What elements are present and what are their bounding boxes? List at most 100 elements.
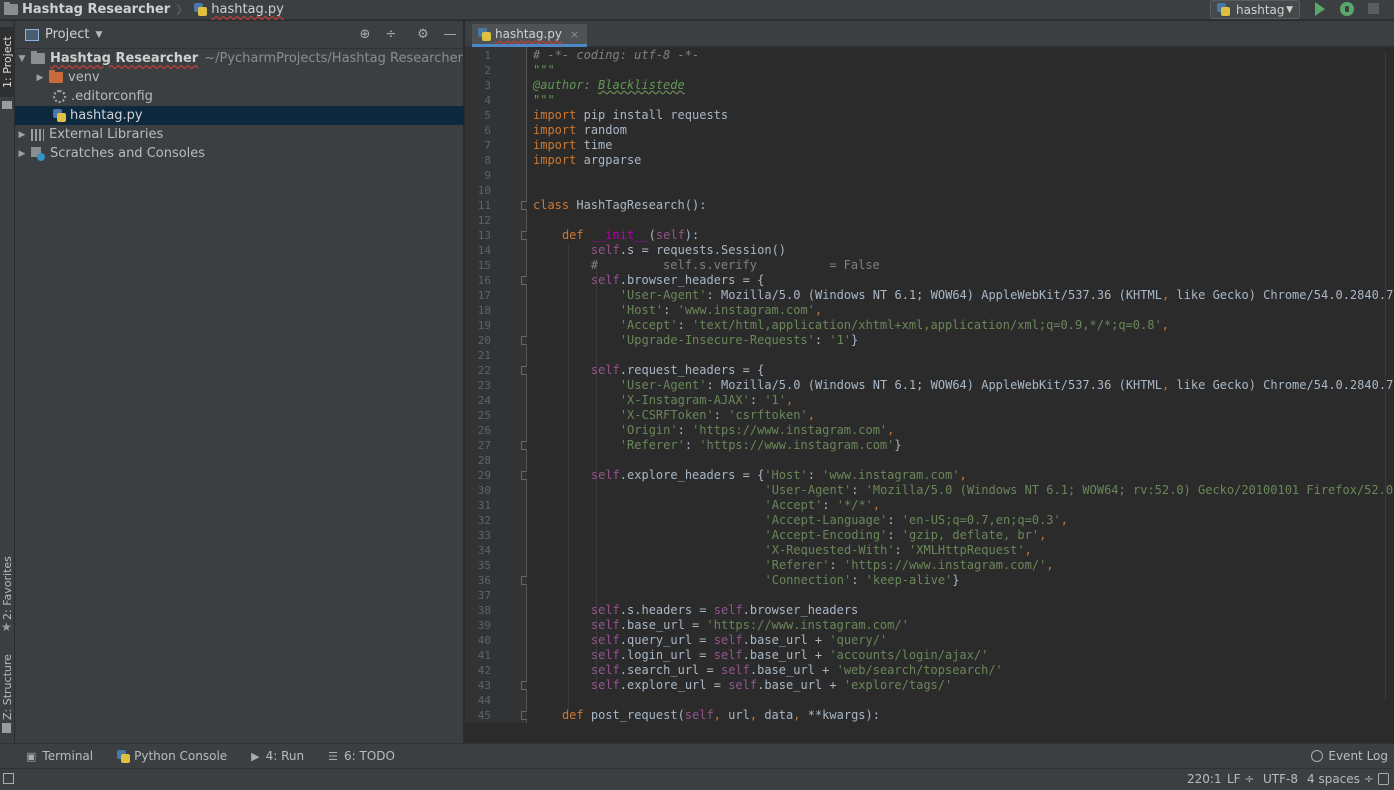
- line-number: 33: [477, 529, 491, 542]
- tab-structure[interactable]: Z: Structure: [0, 653, 15, 721]
- code-line: # self.s.verify = False: [590, 258, 880, 272]
- star-icon: ★: [1, 620, 12, 634]
- gear-icon[interactable]: ⚙: [416, 28, 430, 42]
- line-number: 25: [477, 409, 491, 422]
- code-line: 'User-Agent': Mozilla/5.0 (Windows NT 6.…: [619, 378, 1394, 392]
- line-number: 26: [477, 424, 491, 437]
- tree-item-project-root[interactable]: ▼ Hashtag Researcher ~/PycharmProjects/H…: [15, 49, 464, 68]
- indent-select[interactable]: 4 spaces ÷: [1307, 772, 1374, 786]
- status-bar: 220:1 LF ÷ UTF-8 4 spaces ÷: [0, 768, 1394, 790]
- breadcrumb: Hashtag Researcher 〉 hashtag.py: [0, 0, 284, 20]
- line-number: 30: [477, 484, 491, 497]
- todo-button[interactable]: ☰ 6: TODO: [328, 749, 395, 763]
- code-line: """: [533, 93, 555, 107]
- encoding-select[interactable]: UTF-8: [1263, 772, 1298, 786]
- code-line: self.s = requests.Session(): [590, 243, 787, 257]
- code-line: 'X-Instagram-AJAX': '1',: [619, 393, 794, 407]
- folder-icon: [49, 70, 63, 83]
- tree-item-venv[interactable]: ▶ venv: [15, 68, 464, 87]
- breadcrumb-separator-icon: 〉: [176, 3, 189, 17]
- terminal-icon: ▣: [26, 749, 37, 763]
- expand-arrow-icon[interactable]: ▶: [35, 73, 45, 83]
- line-number: 22: [477, 364, 491, 377]
- tab-favorites[interactable]: 2: Favorites: [0, 555, 15, 621]
- code-editor[interactable]: # -*- coding: utf-8 -*- """ @author: Black…: [527, 47, 1394, 723]
- code-line: class HashTagResearch():: [533, 198, 707, 212]
- code-line: 'Connection': 'keep-alive'}: [764, 573, 960, 587]
- line-number: 29: [477, 469, 491, 482]
- expand-arrow-icon[interactable]: ▶: [17, 149, 27, 159]
- tree-item-scratches[interactable]: ▶ Scratches and Consoles: [15, 144, 464, 163]
- code-line: import pip install requests: [533, 108, 729, 122]
- line-number: 45: [477, 709, 491, 722]
- event-log-button[interactable]: Event Log: [1311, 749, 1388, 763]
- caret-position[interactable]: 220:1: [1187, 772, 1222, 786]
- line-number: 17: [477, 289, 491, 302]
- code-line: self.s.headers = self.browser_headers: [590, 603, 859, 617]
- code-line: 'Accept-Language': 'en-US;q=0.7,en;q=0.3…: [764, 513, 1068, 527]
- line-number: 28: [477, 454, 491, 467]
- vertical-scrollbar[interactable]: [1385, 51, 1392, 701]
- locate-icon[interactable]: ⊕: [358, 28, 372, 42]
- line-number: 15: [477, 259, 491, 272]
- tree-item-label: hashtag.py: [70, 108, 143, 123]
- expand-arrow-icon[interactable]: ▼: [17, 54, 27, 64]
- tree-item-label: Hashtag Researcher: [50, 51, 199, 66]
- tab-hashtag-py[interactable]: hashtag.py ×: [472, 24, 588, 47]
- tree-item-external-libraries[interactable]: ▶ External Libraries: [15, 125, 464, 144]
- tool-windows-icon[interactable]: [3, 773, 14, 784]
- expand-arrow-icon[interactable]: ▶: [17, 130, 27, 140]
- line-number: 32: [477, 514, 491, 527]
- line-number: 41: [477, 649, 491, 662]
- tree-item-editorconfig[interactable]: .editorconfig: [15, 87, 464, 106]
- code-line: self.search_url = self.base_url + 'web/s…: [590, 663, 1003, 677]
- code-line: 'Referer': 'https://www.instagram.com'}: [619, 438, 902, 452]
- code-line: 'X-CSRFToken': 'csrftoken',: [619, 408, 815, 422]
- run-button[interactable]: ▶ 4: Run: [251, 749, 304, 763]
- line-number: 34: [477, 544, 491, 557]
- code-line: import argparse: [533, 153, 642, 167]
- python-file-icon: [478, 27, 491, 41]
- code-line: self.login_url = self.base_url + 'accoun…: [590, 648, 989, 662]
- code-line: 'User-Agent': 'Mozilla/5.0 (Windows NT 6…: [764, 483, 1394, 497]
- breadcrumb-project[interactable]: Hashtag Researcher: [22, 2, 170, 17]
- collapse-all-icon[interactable]: ÷: [384, 28, 398, 42]
- line-number-gutter[interactable]: 1 2 3 4 5 6 7 8 9 10 11 12 13 14 15 16 17 18 19 20 21 22 23 24 2…: [465, 47, 530, 723]
- line-number: 43: [477, 679, 491, 692]
- python-file-icon: [53, 109, 66, 122]
- settings-file-icon: [53, 90, 66, 103]
- code-line: import random: [533, 123, 627, 137]
- line-number: 31: [477, 499, 491, 512]
- run-label: 4: Run: [265, 749, 305, 763]
- debug-icon[interactable]: [1340, 2, 1354, 16]
- python-console-button[interactable]: Python Console: [117, 749, 227, 763]
- speech-bubble-icon: [1311, 750, 1324, 762]
- line-number: 3: [484, 79, 491, 92]
- code-line: def post_request(self, url, data, **kwar…: [561, 708, 880, 722]
- structure-icon: [2, 723, 11, 733]
- lock-icon[interactable]: [1378, 773, 1389, 785]
- code-line: self.explore_headers = {'Host': 'www.ins…: [590, 468, 967, 482]
- run-configuration-select[interactable]: hashtag ▼: [1210, 0, 1300, 19]
- close-icon[interactable]: ×: [570, 28, 579, 41]
- tree-item-path: ~/PycharmProjects/Hashtag Researcher: [204, 51, 463, 66]
- project-view-select[interactable]: Project: [45, 27, 89, 42]
- line-separator-select[interactable]: LF ÷: [1227, 772, 1254, 786]
- hide-panel-icon[interactable]: —: [443, 28, 457, 42]
- tree-item-hashtag-py[interactable]: hashtag.py: [15, 106, 464, 125]
- line-number: 14: [477, 244, 491, 257]
- stop-icon[interactable]: [1368, 3, 1379, 14]
- run-icon[interactable]: [1315, 2, 1325, 16]
- tab-label: hashtag.py: [495, 27, 563, 41]
- chevron-down-icon[interactable]: ▼: [95, 30, 102, 40]
- line-number: 10: [477, 184, 491, 197]
- navigation-bar: Hashtag Researcher 〉 hashtag.py hashtag …: [0, 0, 1394, 20]
- breadcrumb-file[interactable]: hashtag.py: [211, 2, 284, 17]
- scratches-icon: [31, 146, 45, 161]
- line-number: 12: [477, 214, 491, 227]
- project-view-icon: [25, 28, 39, 41]
- folder-icon: [4, 2, 18, 15]
- line-number: 23: [477, 379, 491, 392]
- tab-project[interactable]: 1: Project: [0, 27, 15, 97]
- terminal-button[interactable]: ▣ Terminal: [26, 749, 93, 763]
